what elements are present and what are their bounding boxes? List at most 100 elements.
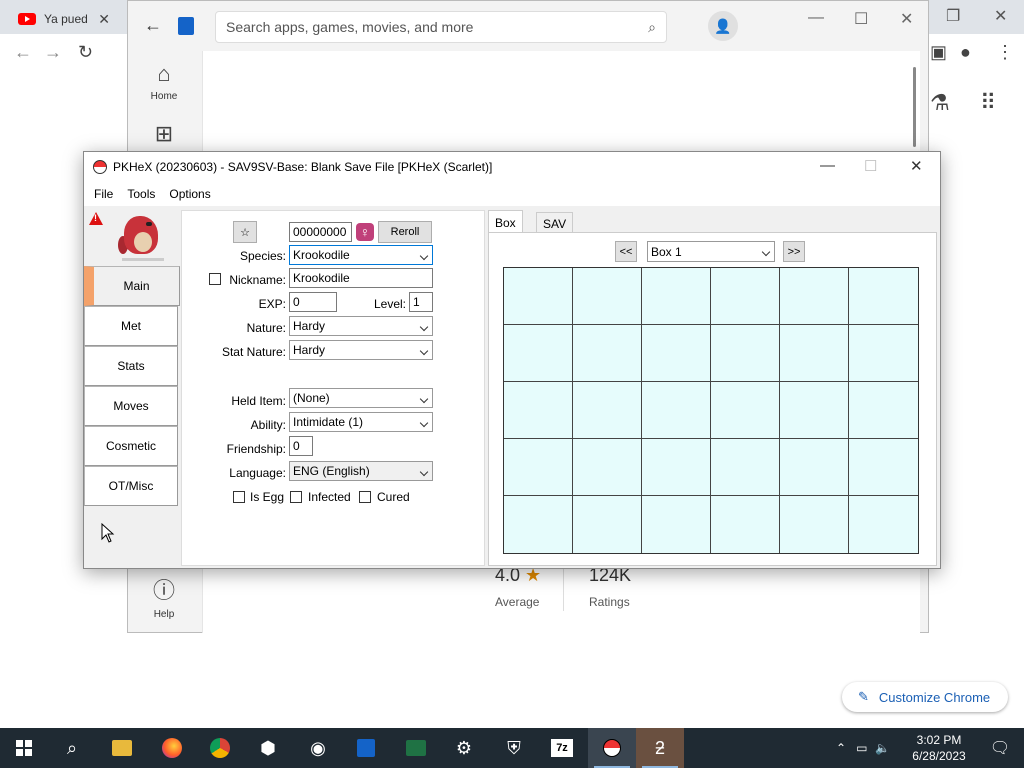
box-slot[interactable] [780, 325, 849, 382]
pkhex-close-icon[interactable]: ✕ [910, 157, 923, 175]
box-slot[interactable] [504, 496, 573, 553]
firefox-icon[interactable] [148, 728, 196, 768]
tray-chevron-icon[interactable]: ⌃ [836, 741, 846, 755]
pkhex-taskbar-icon[interactable] [588, 728, 636, 768]
tab-met[interactable]: Met [84, 306, 178, 346]
store-nav-help[interactable]: ⓘ Help [128, 573, 200, 620]
cured-checkbox[interactable] [359, 491, 371, 503]
back-icon[interactable]: ← [14, 42, 32, 63]
warning-icon[interactable] [89, 212, 103, 225]
box-slot[interactable] [711, 325, 780, 382]
store-nav-apps[interactable]: ⊞ [128, 121, 200, 151]
7zip-icon[interactable]: 7z [538, 728, 586, 768]
sidepanel-icon[interactable]: ▣ [930, 42, 947, 63]
apps-grid-icon[interactable]: ⠿ [980, 90, 996, 116]
app-taskbar-icon[interactable]: ƻ [636, 728, 684, 768]
box-slot[interactable] [573, 382, 642, 439]
start-button[interactable] [0, 728, 48, 768]
box-prev-button[interactable]: << [615, 241, 637, 262]
customize-chrome-button[interactable]: ✎ Customize Chrome [842, 682, 1008, 712]
menu-icon[interactable]: ⋮ [996, 42, 1014, 63]
tab-sav[interactable]: SAV [536, 212, 574, 234]
store-taskbar-icon[interactable] [342, 728, 390, 768]
level-field[interactable]: 1 [409, 292, 433, 312]
store-close-icon[interactable]: ✕ [900, 9, 913, 29]
package-icon[interactable]: ⬢ [244, 728, 292, 768]
store-back-icon[interactable]: ← [144, 15, 162, 36]
box-slot[interactable] [711, 268, 780, 325]
infected-checkbox[interactable] [290, 491, 302, 503]
box-slot[interactable] [849, 268, 918, 325]
box-slot[interactable] [780, 439, 849, 496]
box-slot[interactable] [780, 268, 849, 325]
pkhex-titlebar[interactable]: PKHeX (20230603) - SAV9SV-Base: Blank Sa… [84, 152, 940, 182]
box-slot[interactable] [642, 325, 711, 382]
spreadsheet-icon[interactable] [392, 728, 440, 768]
box-slot[interactable] [573, 268, 642, 325]
exp-field[interactable]: 0 [289, 292, 337, 312]
tab-box[interactable]: Box [488, 210, 523, 234]
box-slot[interactable] [504, 325, 573, 382]
chrome-tab-youtube[interactable]: Ya pued ✕ [10, 4, 118, 34]
tab-stats[interactable]: Stats [84, 346, 178, 386]
nature-select[interactable]: Hardy [289, 316, 433, 336]
store-maximize-icon[interactable]: ☐ [854, 9, 868, 29]
tab-cosmetic[interactable]: Cosmetic [84, 426, 178, 466]
pid-field[interactable]: 00000000 [289, 222, 352, 242]
pkhex-maximize-icon[interactable]: ☐ [864, 157, 877, 175]
friendship-field[interactable]: 0 [289, 436, 313, 456]
species-select[interactable]: Krookodile [289, 245, 433, 265]
search-icon[interactable]: ⌕ [648, 19, 656, 36]
file-explorer-icon[interactable] [98, 728, 146, 768]
language-select[interactable]: ENG (English) [289, 461, 433, 481]
female-gender-icon[interactable]: ♀ [356, 223, 374, 241]
box-slot[interactable] [849, 325, 918, 382]
network-icon[interactable]: ▭ [856, 741, 867, 755]
chrome-icon[interactable] [196, 728, 244, 768]
forward-icon[interactable]: → [44, 42, 62, 63]
is-egg-checkbox[interactable] [233, 491, 245, 503]
box-slot[interactable] [711, 439, 780, 496]
box-slot[interactable] [711, 496, 780, 553]
tab-ot-misc[interactable]: OT/Misc [84, 466, 178, 506]
store-search-box[interactable]: Search apps, games, movies, and more ⌕ [215, 11, 667, 43]
reload-icon[interactable]: ↻ [78, 42, 93, 63]
box-select[interactable]: Box 1 [647, 241, 775, 262]
pkhex-minimize-icon[interactable]: — [820, 157, 835, 174]
box-slot[interactable] [780, 382, 849, 439]
store-avatar-icon[interactable]: 👤 [708, 11, 738, 41]
media-player-icon[interactable]: ◉ [294, 728, 342, 768]
box-slot[interactable] [642, 382, 711, 439]
box-slot[interactable] [642, 268, 711, 325]
box-slot[interactable] [642, 439, 711, 496]
store-scrollbar[interactable] [913, 67, 916, 147]
box-slot[interactable] [504, 382, 573, 439]
clock[interactable]: 3:02 PM 6/28/2023 [906, 732, 972, 764]
stat-nature-select[interactable]: Hardy [289, 340, 433, 360]
ability-select[interactable]: Intimidate (1) [289, 412, 433, 432]
profile-icon[interactable]: ● [960, 42, 971, 63]
labs-icon[interactable]: ⚗ [930, 90, 950, 116]
box-slot[interactable] [849, 439, 918, 496]
nickname-field[interactable]: Krookodile [289, 268, 433, 288]
box-slot[interactable] [573, 496, 642, 553]
box-slot[interactable] [504, 439, 573, 496]
settings-gear-icon[interactable]: ⚙ [440, 728, 488, 768]
box-next-button[interactable]: >> [783, 241, 805, 262]
held-item-select[interactable]: (None) [289, 388, 433, 408]
box-slot[interactable] [573, 439, 642, 496]
store-minimize-icon[interactable]: — [808, 9, 824, 27]
taskbar-search-icon[interactable]: ⌕ [48, 728, 96, 768]
box-slot[interactable] [849, 382, 918, 439]
box-slot[interactable] [504, 268, 573, 325]
tab-main[interactable]: Main [84, 266, 180, 306]
restore-icon[interactable]: ❐ [946, 6, 960, 26]
box-slot[interactable] [642, 496, 711, 553]
volume-icon[interactable]: 🔈 [875, 741, 890, 755]
box-slot[interactable] [849, 496, 918, 553]
box-slot[interactable] [573, 325, 642, 382]
box-slot[interactable] [711, 382, 780, 439]
security-shield-icon[interactable]: ⛨ [490, 728, 538, 768]
reroll-button[interactable]: Reroll [378, 221, 432, 243]
close-icon[interactable]: ✕ [994, 6, 1007, 26]
